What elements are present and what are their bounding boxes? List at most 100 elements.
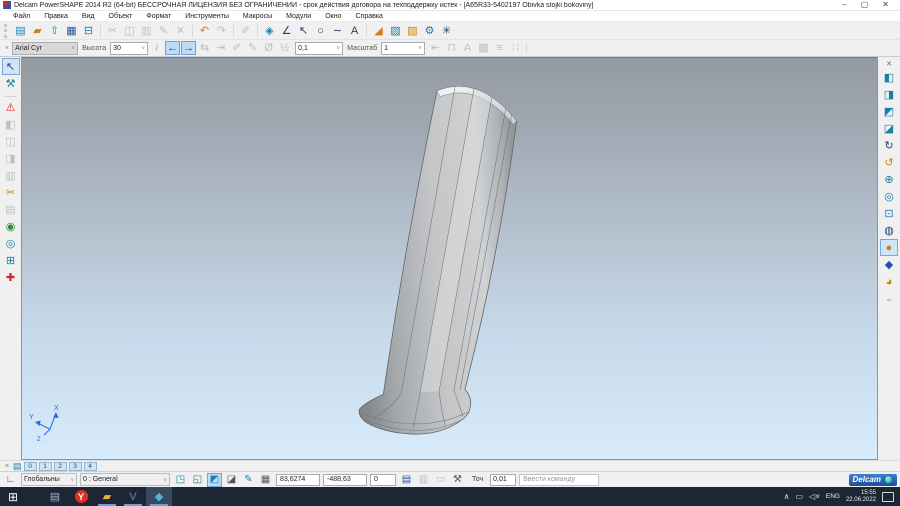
menu-tools[interactable]: Инструменты <box>178 13 236 20</box>
command-input[interactable]: Ввести команду <box>519 474 599 486</box>
menu-window[interactable]: Окно <box>318 13 348 20</box>
surface-primitive-icon[interactable]: ▨ <box>404 23 421 39</box>
edit-grid-icon[interactable]: ✎ <box>241 473 256 487</box>
align-right-icon[interactable]: → <box>181 41 196 55</box>
y-coordinate-field[interactable]: -488,63 <box>323 474 367 486</box>
print-icon[interactable]: ⊟ <box>80 23 97 39</box>
clock[interactable]: 15:55 22.06.2022 <box>846 490 876 504</box>
redo-icon[interactable]: ↷ <box>213 23 230 39</box>
tray-chevron-icon[interactable]: ∧ <box>784 492 790 501</box>
keyboard-icon[interactable]: ▭ <box>433 473 448 487</box>
menu-object[interactable]: Объект <box>102 13 140 20</box>
italic-button[interactable]: I <box>148 40 165 56</box>
tolerance-field[interactable]: 0,01 <box>490 474 516 486</box>
open-model-icon[interactable]: ▰ <box>29 23 46 39</box>
workplane-triad-icon[interactable]: ∟ <box>3 473 18 487</box>
fraction-icon[interactable]: ½ <box>277 41 292 55</box>
shaded-view-icon[interactable]: ● <box>880 239 898 256</box>
scale-select[interactable]: 1 ∨ <box>381 42 425 55</box>
level-select[interactable]: 0 : General ∨ <box>80 473 170 486</box>
vcad-app-icon[interactable]: V <box>120 487 146 506</box>
text-icon[interactable]: A <box>346 23 363 39</box>
minimize-button[interactable]: – <box>842 1 846 9</box>
close-button[interactable]: ✕ <box>882 1 889 9</box>
features-icon[interactable]: ⚙ <box>421 23 438 39</box>
search-box-icon[interactable]: ◎ <box>2 235 20 252</box>
calculator-icon[interactable]: ▥ <box>416 473 431 487</box>
shade-mode-4-icon[interactable]: ◪ <box>224 473 239 487</box>
level-tab-0[interactable]: 0 <box>24 462 37 471</box>
spacing-icon[interactable]: ∷ <box>508 41 523 55</box>
iso-view-2-icon[interactable]: ◨ <box>880 86 898 103</box>
go-start-icon[interactable]: ⇤ <box>428 41 443 55</box>
shade-mode-2-icon[interactable]: ◱ <box>190 473 205 487</box>
notification-icon[interactable] <box>882 492 894 502</box>
iso-view-1-icon[interactable]: ◧ <box>880 69 898 86</box>
robot-tool-icon[interactable]: ⚒ <box>450 473 465 487</box>
sketch-icon[interactable]: ✐ <box>237 23 254 39</box>
wireframe-view-icon[interactable]: ◍ <box>880 222 898 239</box>
enhanced-shading-icon[interactable]: ◕ <box>880 273 898 290</box>
close-views-icon[interactable]: ✕ <box>880 58 898 69</box>
maximize-button[interactable]: ▢ <box>861 1 869 9</box>
cut-icon[interactable]: ✂ <box>104 23 121 39</box>
polyline-icon[interactable]: ∠ <box>278 23 295 39</box>
wizard-icon[interactable]: ✳ <box>438 23 455 39</box>
menu-file[interactable]: Файл <box>6 13 37 20</box>
menu-macros[interactable]: Макросы <box>236 13 279 20</box>
level-tab-4[interactable]: 4 <box>84 462 97 471</box>
menu-help[interactable]: Справка <box>348 13 389 20</box>
dynamic-section-icon[interactable]: ◆ <box>880 256 898 273</box>
item-list-icon[interactable]: ▤ <box>399 473 414 487</box>
paste-icon[interactable]: ▥ <box>138 23 155 39</box>
import-icon[interactable]: ⇧ <box>46 23 63 39</box>
level-tab-2[interactable]: 2 <box>54 462 67 471</box>
zoom-full-icon[interactable]: ◎ <box>880 188 898 205</box>
format-paint-icon[interactable]: ✎ <box>155 23 172 39</box>
toolbar-options-icon[interactable]: ⚒ <box>2 75 20 92</box>
zoom-in-icon[interactable]: ⊕ <box>880 171 898 188</box>
toolbar-close[interactable]: × <box>2 45 12 52</box>
tiles-app-icon[interactable]: ▤ <box>42 487 68 506</box>
save-icon[interactable]: ▦ <box>63 23 80 39</box>
blend-icon[interactable]: ◧ <box>2 116 20 133</box>
grid-icon[interactable]: ▦ <box>476 41 491 55</box>
copy-icon[interactable]: ◫ <box>121 23 138 39</box>
select-tool-icon[interactable]: ↖ <box>2 58 20 75</box>
workplane-icon[interactable]: ◈ <box>261 23 278 39</box>
mirror-warning-icon[interactable]: ⚠ <box>2 99 20 116</box>
surface-icon[interactable]: ◢ <box>370 23 387 39</box>
new-document-icon[interactable]: ▤ <box>12 23 29 39</box>
language-indicator[interactable]: ENG <box>826 493 840 500</box>
menu-format[interactable]: Формат <box>139 13 178 20</box>
model-doctor-icon[interactable]: ✚ <box>2 269 20 286</box>
height-select[interactable]: 30 ∨ <box>110 42 148 55</box>
align-lines-icon[interactable]: ≡ <box>492 41 507 55</box>
toolbox-icon[interactable]: ⊞ <box>2 252 20 269</box>
join-icon[interactable]: ◫ <box>2 133 20 150</box>
render-icon[interactable]: ◒ <box>880 290 898 307</box>
dimension-tolerance-select[interactable]: 0,1 ∨ <box>295 42 343 55</box>
delete-icon[interactable]: ✕ <box>172 23 189 39</box>
workplane-select[interactable]: Глобальны ∨ <box>21 473 77 486</box>
split-icon[interactable]: ◨ <box>2 150 20 167</box>
levels-close-button[interactable]: × <box>3 463 11 470</box>
monitor-icon[interactable]: ▭ <box>795 492 803 501</box>
start-button[interactable]: ⊞ <box>0 487 26 506</box>
pen-icon[interactable]: ✎ <box>245 41 260 55</box>
circle-icon[interactable]: ○ <box>312 23 329 39</box>
view-from-top-icon[interactable]: ◪ <box>880 120 898 137</box>
z-coordinate-field[interactable]: 0 <box>370 474 396 486</box>
stack-icon[interactable]: ▤ <box>2 201 20 218</box>
diameter-icon[interactable]: Ø <box>261 41 276 55</box>
pen-add-icon[interactable]: ✐ <box>229 41 244 55</box>
snap-grid-icon[interactable]: ▦ <box>258 473 273 487</box>
trim-icon[interactable]: ✂ <box>2 184 20 201</box>
shade-mode-1-icon[interactable]: ◳ <box>173 473 188 487</box>
menu-modules[interactable]: Модули <box>279 13 318 20</box>
menu-edit[interactable]: Правка <box>37 13 75 20</box>
previous-view-icon[interactable]: ↺ <box>880 154 898 171</box>
x-coordinate-field[interactable]: 83,6274 <box>276 474 320 486</box>
text-position-icon[interactable]: ⇥ <box>213 41 228 55</box>
level-tab-3[interactable]: 3 <box>69 462 82 471</box>
